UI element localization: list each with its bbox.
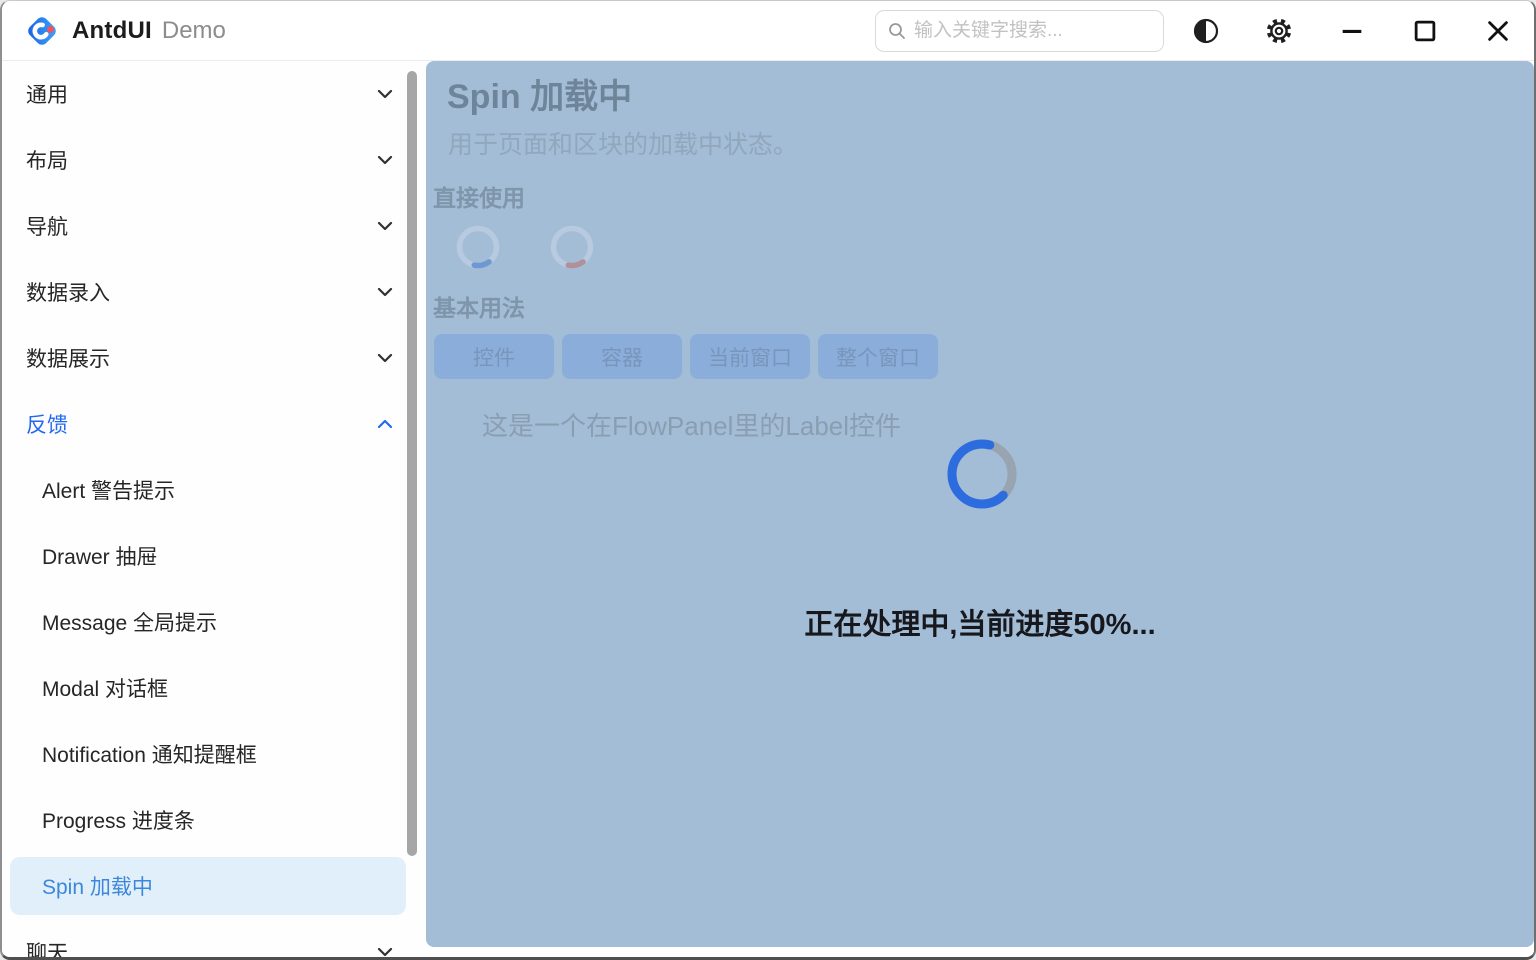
section-title-basic-usage: 基本用法	[433, 289, 525, 323]
chevron-up-icon	[374, 413, 396, 435]
page-description: 用于页面和区块的加载中状态。	[448, 125, 798, 161]
spin-current-window-button[interactable]: 当前窗口	[690, 334, 810, 379]
title-bar: AntdUI Demo	[2, 1, 1534, 61]
minimize-button[interactable]	[1338, 17, 1366, 45]
minimize-icon	[1338, 16, 1366, 46]
settings-button[interactable]	[1265, 17, 1293, 45]
page-title: Spin 加载中	[447, 69, 632, 118]
chevron-down-icon	[374, 347, 396, 369]
antdui-logo-icon	[24, 13, 60, 49]
maximize-icon	[1411, 16, 1439, 46]
sidebar: 通用 布局 导航 数据录入 数据展示 反馈	[2, 61, 426, 957]
spin-progress-ring-icon	[944, 436, 1020, 512]
window-controls	[1192, 17, 1512, 45]
sidebar-item-drawer[interactable]: Drawer 抽屉	[2, 523, 426, 589]
spin-whole-window-button[interactable]: 整个窗口	[818, 334, 938, 379]
close-icon	[1484, 16, 1512, 46]
sidebar-item-layout[interactable]: 布局	[2, 127, 426, 193]
spin-control-button[interactable]: 控件	[434, 334, 554, 379]
sidebar-item-modal[interactable]: Modal 对话框	[2, 655, 426, 721]
sidebar-item-progress[interactable]: Progress 进度条	[2, 787, 426, 853]
sidebar-item-feedback[interactable]: 反馈	[2, 391, 426, 457]
sidebar-item-common[interactable]: 通用	[2, 61, 426, 127]
chevron-down-icon	[374, 149, 396, 171]
sidebar-item-message[interactable]: Message 全局提示	[2, 589, 426, 655]
flowpanel-label: 这是一个在FlowPanel里的Label控件	[482, 406, 901, 443]
search-box[interactable]	[875, 10, 1164, 52]
maximize-button[interactable]	[1411, 17, 1439, 45]
search-input[interactable]	[914, 20, 1151, 42]
close-button[interactable]	[1484, 17, 1512, 45]
chevron-down-icon	[374, 281, 396, 303]
sidebar-item-notification[interactable]: Notification 通知提醒框	[2, 721, 426, 787]
chevron-down-icon	[374, 941, 396, 957]
spin-demo-buttons: 控件 容器 当前窗口 整个窗口	[434, 334, 938, 379]
small-spinner-blue-icon	[456, 225, 500, 269]
sidebar-item-chat[interactable]: 聊天	[2, 919, 426, 957]
app-subtitle: Demo	[162, 17, 226, 45]
search-icon	[888, 22, 906, 40]
app-window: AntdUI Demo	[0, 0, 1536, 960]
app-name: AntdUI	[72, 17, 152, 45]
small-spinner-red-icon	[550, 225, 594, 269]
sidebar-scrollbar-thumb[interactable]	[407, 71, 417, 856]
sidebar-item-data-entry[interactable]: 数据录入	[2, 259, 426, 325]
sidebar-item-alert[interactable]: Alert 警告提示	[2, 457, 426, 523]
sidebar-item-navigation[interactable]: 导航	[2, 193, 426, 259]
chevron-down-icon	[374, 83, 396, 105]
spin-container-button[interactable]: 容器	[562, 334, 682, 379]
main-content: Spin 加载中 用于页面和区块的加载中状态。 直接使用 基本用法	[426, 61, 1534, 957]
chevron-down-icon	[374, 215, 396, 237]
contrast-icon	[1192, 17, 1220, 45]
section-title-direct-use: 直接使用	[433, 179, 525, 213]
theme-toggle-button[interactable]	[1192, 17, 1220, 45]
sidebar-item-spin[interactable]: Spin 加载中	[2, 853, 426, 919]
spin-progress-message: 正在处理中,当前进度50%...	[426, 601, 1534, 643]
spin-loading-mask: Spin 加载中 用于页面和区块的加载中状态。 直接使用 基本用法	[426, 61, 1534, 947]
sidebar-item-data-display[interactable]: 数据展示	[2, 325, 426, 391]
gear-icon	[1265, 17, 1293, 45]
